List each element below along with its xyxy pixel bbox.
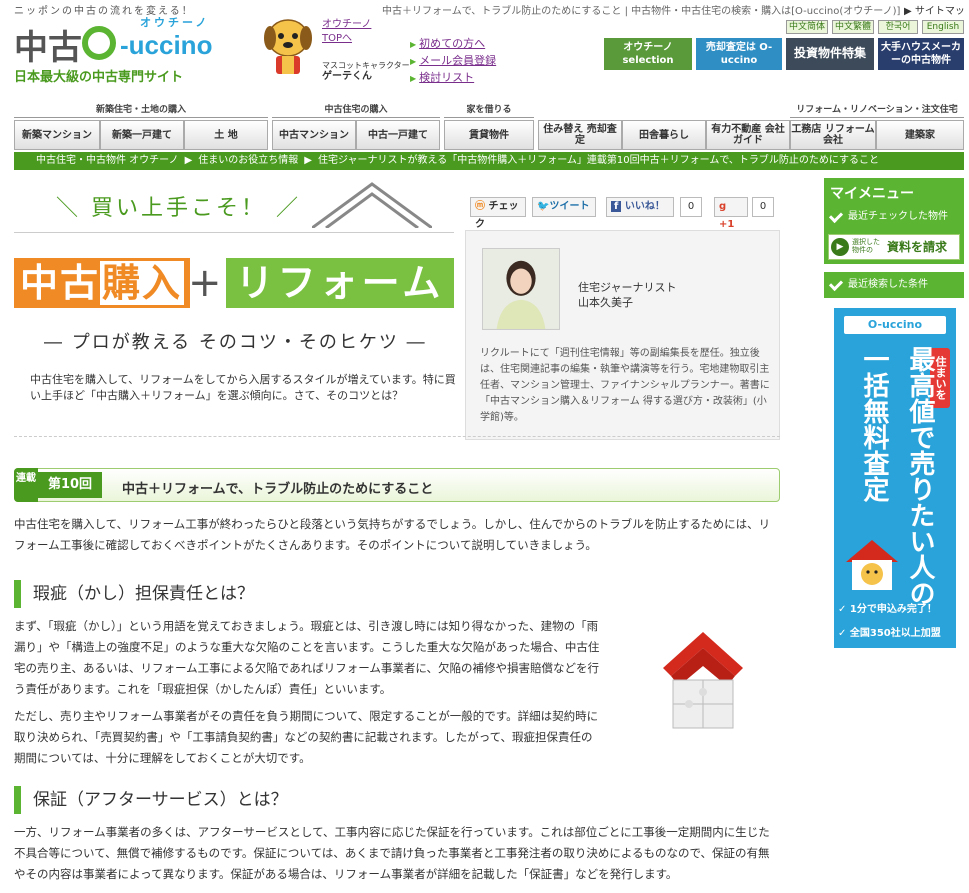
nav-group-used: 中古住宅の購入 (272, 104, 440, 118)
breadcrumb: 中古住宅・中古物件 オウチーノ ▶ 住まいのお役立ち情報 ▶ 住宅ジャーナリストが教える… (14, 152, 964, 170)
puzzle-house-icon (663, 632, 743, 729)
lang-zh-hans[interactable]: 中文简体 (786, 20, 828, 34)
hero-kicker: ＼ 買い上手こそ！ ／ (56, 196, 301, 221)
episode-number: 第10回 (38, 472, 102, 498)
ad-line-1: ✓ 1分で申込み完了！ (838, 604, 937, 615)
request-docs-label: 資料を請求 (887, 240, 948, 254)
request-docs-small: 選択した 物件の (852, 238, 880, 254)
like-label: いいね！ (624, 201, 665, 212)
banner-selection[interactable]: オウチーノ selection (604, 38, 692, 70)
author-bio: リクルートにて「週刊住宅情報」等の副編集長を歴任。独立後は、住宅関連記事の編集・… (480, 348, 770, 423)
top-page-link[interactable]: オウチーノ TOPへ (322, 18, 382, 46)
nav-new-mansion[interactable]: 新築マンション (14, 120, 100, 150)
recent-checked-label: 最近チェックした物件 (848, 211, 948, 222)
member-register-link[interactable]: メール会員登録 (410, 53, 496, 70)
ad-logo: O-uccino (844, 316, 946, 334)
ad-headline-left: 一括無料査定 (859, 346, 889, 502)
section1-para1: まず、「瑕疵（かし）」という用語を覚えておきましょう。瑕疵とは、引き渡し時には知… (14, 619, 600, 696)
mascot-caption: マスコットキャラクター ゲーテくん (322, 60, 410, 82)
nav-architect[interactable]: 建築家 (876, 120, 964, 150)
page-heading-text: 中古＋リフォームで、トラブル防止のためにすること | 中古物件・中古住宅の検索・… (382, 6, 901, 17)
banner-housemaker[interactable]: 大手ハウスメーカーの中古物件 (878, 38, 964, 70)
logo-kana: オウチーノ (140, 16, 210, 29)
gplus-button[interactable]: g +1 (714, 197, 748, 230)
nav-realestate-guide[interactable]: 有力不動産 会社ガイド (706, 120, 790, 150)
nav-group-new: 新築住宅・土地の購入 (14, 104, 268, 118)
section-divider (14, 436, 780, 437)
nav-used-house[interactable]: 中古一戸建て (356, 120, 440, 150)
recent-search-label: 最近検索した条件 (848, 279, 928, 290)
gplus-label: +1 (719, 219, 735, 230)
section-heading-2: 保証（アフターサービス）とは？ (14, 786, 288, 814)
section1-para2: ただし、売り主やリフォーム事業者がその責任を負う期間について、限定することが一般… (14, 709, 599, 765)
mascot-caption-label: マスコットキャラクター (322, 61, 410, 70)
lang-ko[interactable]: 한국어 (878, 20, 918, 34)
author-photo (482, 248, 560, 330)
nav-used-mansion[interactable]: 中古マンション (272, 120, 356, 150)
logo-subtitle: 日本最大級の中古専門サイト (14, 70, 184, 85)
section-heading-1: 瑕疵（かし）担保責任とは？ (14, 580, 254, 608)
like-count: 0 (680, 197, 702, 217)
check-mark-icon (828, 276, 844, 292)
my-menu-title: マイメニュー (830, 186, 914, 202)
nav-land[interactable]: 土 地 (184, 120, 268, 150)
series-label: 連載 (14, 468, 38, 502)
twitter-icon: 🐦 (537, 201, 550, 212)
hero-title-b: 購入 (100, 261, 185, 305)
check-icon: ⓜ (475, 201, 485, 212)
facebook-icon: f (611, 201, 622, 212)
nav-builder[interactable]: 工務店 リフォーム会社 (790, 120, 876, 150)
tweet-label: ツイート (549, 201, 590, 212)
recent-search-link[interactable]: 最近検索した条件 (824, 272, 964, 298)
nav-relocation[interactable]: 住み替え 売却査定 (538, 120, 622, 150)
hero-divider (14, 232, 454, 233)
favorite-list-link[interactable]: 検討リスト (410, 70, 496, 87)
house-outline-icon (312, 182, 432, 228)
header-links: 初めての方へ メール会員登録 検討リスト (410, 36, 496, 87)
lang-zh-hant[interactable]: 中文繁體 (832, 20, 874, 34)
ad-line-2: ✓ 全国350社以上加盟 (838, 628, 941, 639)
article-lead: 中古住宅を購入して、リフォーム工事が終わったらひと段落という気持ちがするでしょう… (14, 517, 771, 552)
nav-country-living[interactable]: 田舎暮らし (622, 120, 706, 150)
gplus-icon: g (719, 201, 727, 212)
breadcrumb-home[interactable]: 中古住宅・中古物件 オウチーノ (36, 155, 179, 166)
tweet-button[interactable]: 🐦ツイート (532, 197, 596, 217)
mascot-name: ゲーテくん (322, 71, 372, 82)
nav-rental[interactable]: 賃貸物件 (444, 120, 534, 150)
hero-title-used: 中古購入 (14, 258, 191, 308)
logo-wordmark[interactable]: -uccino (120, 30, 212, 61)
hero-plus: + (188, 260, 222, 306)
request-docs-button[interactable]: ▶ 資料を請求 (828, 234, 960, 260)
ad-headline-right: 最高値で売りたい人の (905, 346, 935, 606)
breadcrumb-current: 住宅ジャーナリストが教える「中古物件購入＋リフォーム」連載第10回中古＋リフォー… (318, 155, 880, 166)
logo-kanji[interactable]: 中古 (14, 20, 82, 69)
hero-title-reform: リフォーム (226, 258, 454, 308)
ad-house-dog-icon (846, 540, 898, 590)
check-button[interactable]: ⓜ チェック (470, 197, 526, 230)
logo-o-mark[interactable] (82, 26, 116, 60)
like-button[interactable]: f いいね！ (606, 197, 674, 217)
recent-checked-link[interactable]: 最近チェックした物件 (828, 206, 960, 228)
play-icon: ▶ (831, 238, 849, 256)
hero-subtitle: ― プロが教える そのコツ・そのヒケツ ― (44, 332, 427, 353)
nav-group-reform: リフォーム・リノベーション・注文住宅 (790, 104, 964, 118)
mascot-dog-icon (264, 19, 312, 74)
banner-sale-appraisal[interactable]: 売却査定は O-uccino (696, 38, 782, 70)
lang-en[interactable]: English (922, 20, 964, 34)
hero-intro: 中古住宅を購入して、リフォームをしてから入居するスタイルが増えています。特に買い… (30, 373, 456, 402)
gplus-count: 0 (752, 197, 774, 217)
breadcrumb-info[interactable]: 住まいのお役立ち情報 (198, 155, 298, 166)
nav-group-rent: 家を借りる (444, 104, 534, 118)
nav-new-house[interactable]: 新築一戸建て (100, 120, 184, 150)
banner-investment[interactable]: 投資物件特集 (786, 38, 874, 70)
hero-title-a: 中古 (20, 261, 101, 305)
author-name: 山本久美子 (578, 296, 633, 309)
first-time-link[interactable]: 初めての方へ (410, 36, 496, 53)
article-title: 中古＋リフォームで、トラブル防止のためにすること (122, 482, 434, 497)
section2-para1: 一方、リフォーム事業者の多くは、アフターサービスとして、工事内容に応じた保証を行… (14, 825, 770, 881)
author-role: 住宅ジャーナリスト (578, 281, 677, 294)
check-mark-icon (828, 208, 844, 224)
author-name-block: 住宅ジャーナリスト 山本久美子 (578, 280, 676, 310)
